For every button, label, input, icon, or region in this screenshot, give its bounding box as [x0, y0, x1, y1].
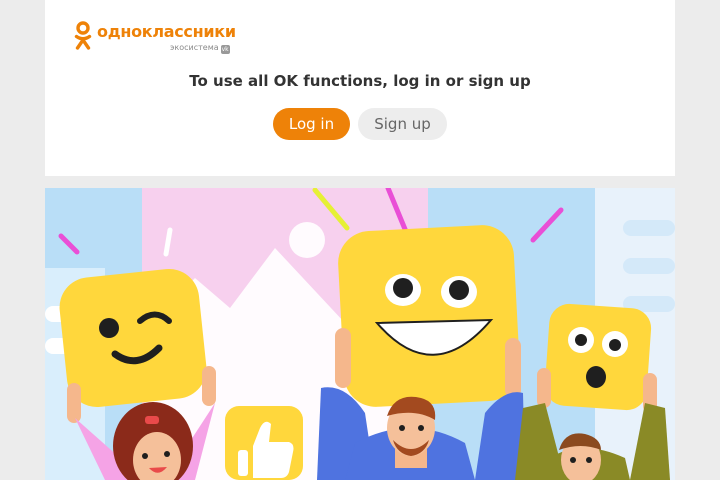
- auth-prompt: To use all OK functions, log in or sign …: [189, 72, 531, 90]
- brand-tagline-text: экосистема: [170, 43, 219, 52]
- signup-button[interactable]: Sign up: [358, 108, 447, 140]
- thumbs-up-sign: [225, 406, 303, 480]
- surprised-face-sign: [544, 303, 652, 411]
- laughing-face-sign: [338, 225, 520, 407]
- vk-badge-icon: vk: [220, 45, 230, 54]
- auth-card: одноклассники экосистема vk To use all OK…: [45, 0, 675, 176]
- ok-logo[interactable]: одноклассники экосистема vk: [74, 21, 244, 57]
- brand-name: одноклассники: [97, 22, 236, 41]
- brand-tagline: экосистема vk: [170, 43, 230, 54]
- ok-logo-icon: [74, 21, 92, 50]
- promo-illustration: [45, 188, 675, 480]
- login-button[interactable]: Log in: [273, 108, 350, 140]
- illustration-svg: [45, 188, 675, 480]
